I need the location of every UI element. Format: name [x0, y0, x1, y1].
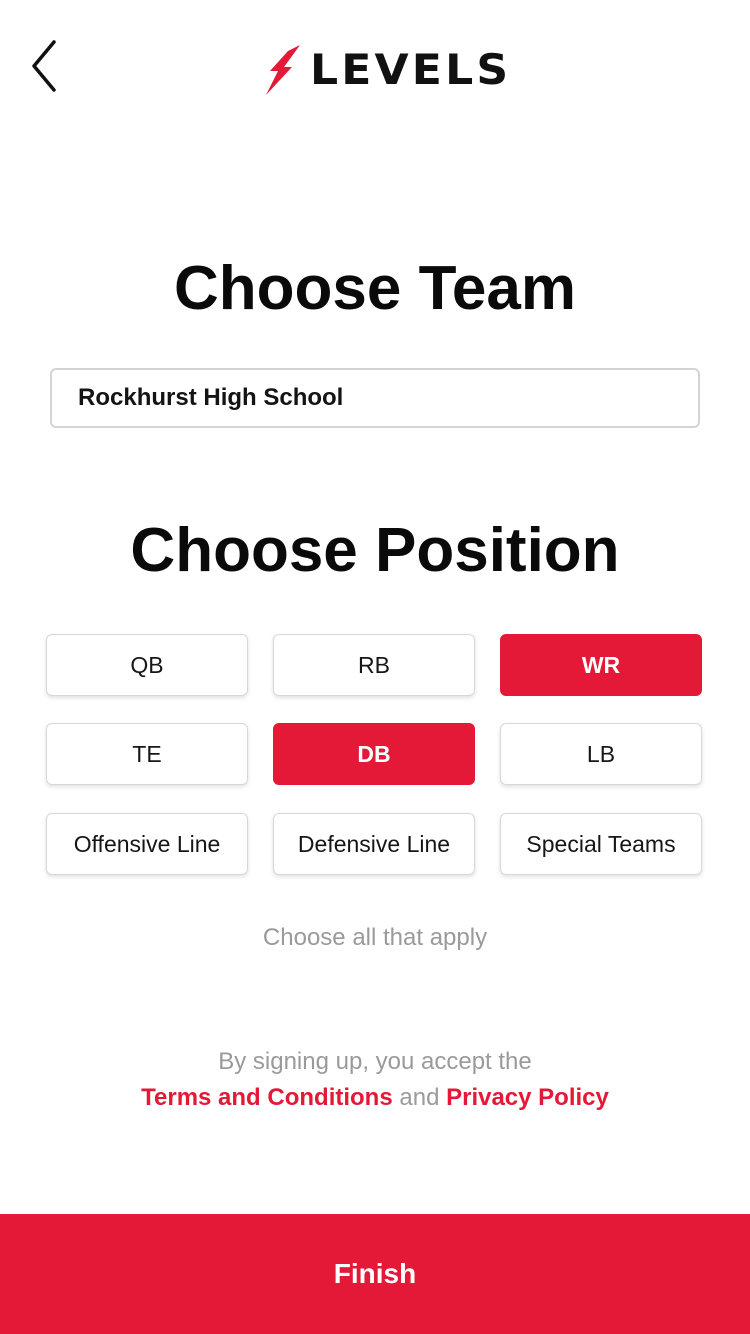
legal-links: Terms and Conditions and Privacy Policy [0, 1084, 750, 1112]
position-lb-button[interactable]: LB [500, 723, 702, 785]
logo-text: LEVELS [310, 45, 512, 94]
position-te-button[interactable]: TE [46, 723, 248, 785]
legal-text: By signing up, you accept the [218, 1048, 532, 1075]
team-input[interactable] [50, 368, 700, 428]
back-button[interactable] [24, 38, 64, 94]
position-rb-button[interactable]: RB [273, 634, 475, 696]
position-defensive-line-button[interactable]: Defensive Line [273, 813, 475, 875]
position-offensive-line-button[interactable]: Offensive Line [46, 813, 248, 875]
chevron-left-icon [32, 40, 56, 92]
finish-label: Finish [333, 1258, 417, 1289]
position-qb-button[interactable]: QB [46, 634, 248, 696]
position-wr-button[interactable]: WR [500, 634, 702, 696]
legal-and-text: and [392, 1084, 447, 1111]
terms-link[interactable]: Terms and Conditions [141, 1084, 393, 1111]
levels-logo: LEVELS [262, 42, 508, 98]
choose-team-title: Choose Team [174, 254, 576, 323]
privacy-link[interactable]: Privacy Policy [446, 1084, 609, 1111]
position-hint: Choose all that apply [262, 924, 488, 951]
finish-button[interactable]: Finish [0, 1214, 750, 1334]
position-special-teams-button[interactable]: Special Teams [500, 813, 702, 875]
bolt-icon [266, 45, 300, 95]
position-db-button[interactable]: DB [273, 723, 475, 785]
choose-position-title: Choose Position [130, 516, 620, 585]
